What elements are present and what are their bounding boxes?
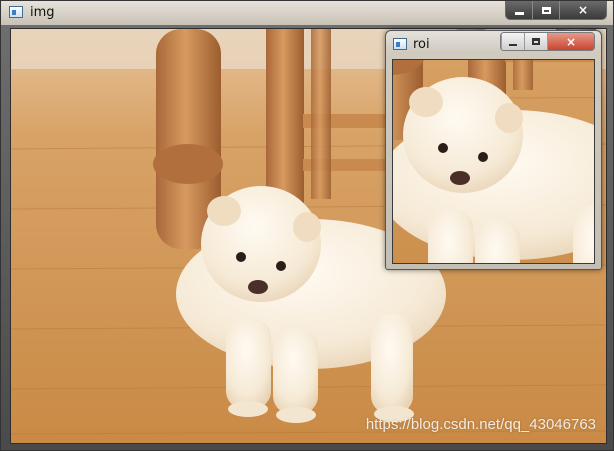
window-controls: ×: [505, 1, 607, 20]
app-window-icon: [9, 6, 23, 18]
roi-close-button[interactable]: ×: [547, 33, 594, 50]
watermark-text: https://blog.csdn.net/qq_43046763: [365, 416, 596, 433]
window-title: img: [30, 5, 55, 20]
maximize-button[interactable]: [532, 1, 559, 19]
roi-maximize-button[interactable]: [524, 33, 547, 50]
roi-window-controls: ×: [500, 32, 595, 51]
roi-window: roi ×: [385, 30, 602, 270]
close-icon: ×: [577, 3, 589, 17]
minimize-icon: [514, 11, 524, 15]
app-window-icon: [393, 38, 407, 50]
minimize-icon: [509, 43, 517, 46]
maximize-icon: [532, 38, 540, 45]
roi-window-title: roi: [413, 37, 430, 52]
roi-minimize-button[interactable]: [501, 33, 524, 50]
minimize-button[interactable]: [506, 1, 532, 19]
roi-image-canvas[interactable]: [392, 59, 595, 264]
roi-puppy-crop: [393, 60, 595, 264]
close-button[interactable]: ×: [559, 1, 606, 19]
maximize-icon: [541, 6, 551, 14]
close-icon: ×: [565, 34, 577, 49]
main-titlebar[interactable]: img ×: [1, 1, 613, 25]
